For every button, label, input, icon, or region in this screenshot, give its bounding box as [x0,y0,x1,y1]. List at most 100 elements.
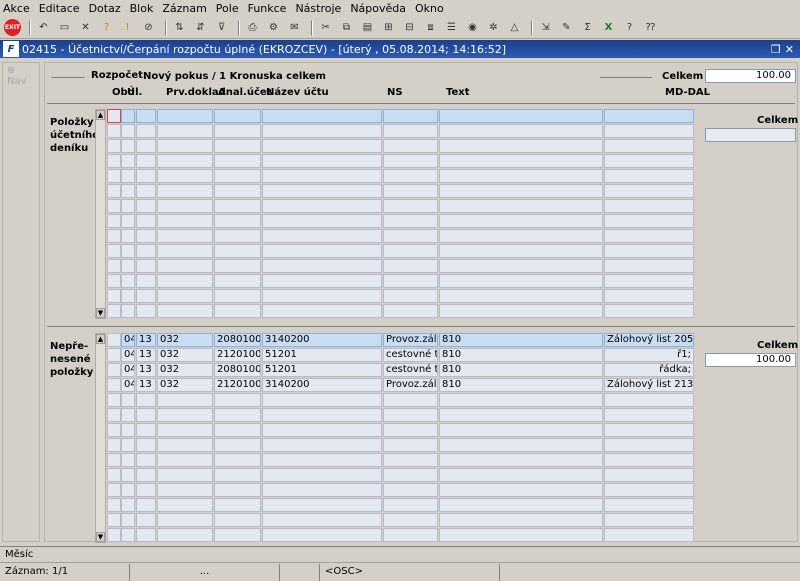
table-cell[interactable] [121,169,135,183]
table-cell[interactable] [383,199,438,213]
record-indicator[interactable] [107,229,121,243]
table-cell[interactable]: 032 [157,363,213,377]
menu-item[interactable]: Záznam [162,2,206,15]
table-row[interactable] [41,289,741,304]
table-cell[interactable] [136,229,156,243]
table-cell[interactable] [383,259,438,273]
table-cell[interactable] [439,109,603,123]
table-cell[interactable] [136,169,156,183]
table-cell[interactable] [383,289,438,303]
record-indicator[interactable] [107,453,121,467]
table-cell[interactable]: 04 [121,378,135,392]
table-cell[interactable] [262,259,382,273]
table-cell[interactable]: 810 [439,363,603,377]
table-cell[interactable] [383,304,438,318]
table-cell[interactable] [262,528,382,542]
record-indicator[interactable] [107,513,121,527]
record-indicator[interactable] [107,274,121,288]
table-cell[interactable] [157,124,213,138]
table-cell[interactable] [604,498,694,512]
table-row[interactable] [41,423,741,438]
table-cell[interactable] [121,259,135,273]
table-cell[interactable] [262,169,382,183]
table-cell[interactable] [136,109,156,123]
table-row[interactable] [41,214,741,229]
table-cell[interactable] [262,289,382,303]
table-row[interactable]: 041303220801000053140200Provoz.zálohy ma… [41,333,741,348]
table-cell[interactable] [214,154,261,168]
table-row[interactable] [41,199,741,214]
record-indicator[interactable] [107,483,121,497]
table-cell[interactable] [157,513,213,527]
table-cell[interactable] [214,109,261,123]
table-cell[interactable] [214,259,261,273]
record-indicator[interactable] [107,348,121,362]
table-cell[interactable]: Provoz.zálohy materiál [383,378,438,392]
table-cell[interactable]: 51201 [262,363,382,377]
record-indicator[interactable] [107,378,121,392]
table-cell[interactable] [136,513,156,527]
table-cell[interactable] [439,483,603,497]
table-cell[interactable] [383,393,438,407]
table-cell[interactable] [157,184,213,198]
table-cell[interactable] [121,154,135,168]
menu-item[interactable]: Dotaz [89,2,121,15]
table-cell[interactable] [604,468,694,482]
table-cell[interactable] [439,393,603,407]
table-cell[interactable] [383,513,438,527]
table-cell[interactable] [604,408,694,422]
menu-item[interactable]: Editace [39,2,80,15]
table-cell[interactable] [157,259,213,273]
table-cell[interactable] [121,528,135,542]
table-cell[interactable]: řádka; [604,363,694,377]
table-row[interactable] [41,453,741,468]
menu-item[interactable]: Nápověda [350,2,406,15]
table-row[interactable] [41,154,741,169]
table-row[interactable] [41,498,741,513]
table-row[interactable] [41,124,741,139]
table-row[interactable] [41,304,741,319]
table-cell[interactable] [136,498,156,512]
table-cell[interactable] [439,244,603,258]
record-indicator[interactable] [107,214,121,228]
table-cell[interactable] [383,498,438,512]
record-indicator[interactable] [107,304,121,318]
record-indicator[interactable] [107,393,121,407]
table-row[interactable] [41,169,741,184]
table-cell[interactable] [136,124,156,138]
record-indicator[interactable] [107,528,121,542]
record-indicator[interactable] [107,169,121,183]
record-indicator[interactable] [107,124,121,138]
table-cell[interactable] [604,259,694,273]
table-row[interactable]: 0413032208010000551201cestovné tuzemské8… [41,363,741,378]
table-cell[interactable] [214,408,261,422]
insert-record-icon[interactable]: ⊞ [380,19,397,36]
table-cell[interactable] [157,408,213,422]
execute-query-icon[interactable]: ! [119,19,136,36]
table-cell[interactable] [136,393,156,407]
table-cell[interactable] [262,184,382,198]
record-indicator[interactable] [107,199,121,213]
print-icon[interactable]: ⎙ [244,19,261,36]
table-cell[interactable] [214,468,261,482]
table-cell[interactable]: 032 [157,333,213,347]
table-cell[interactable] [604,528,694,542]
edit-icon[interactable]: ✎ [558,19,575,36]
table-cell[interactable] [121,423,135,437]
table-cell[interactable] [604,184,694,198]
table-cell[interactable]: cestovné tuzemské [383,348,438,362]
table-cell[interactable]: Zálohový list 2130200002 s var.symb [604,378,694,392]
table-cell[interactable] [439,468,603,482]
table-cell[interactable] [121,109,135,123]
table-cell[interactable]: 3140200 [262,378,382,392]
table-cell[interactable] [214,274,261,288]
table-cell[interactable] [157,528,213,542]
table-cell[interactable] [157,154,213,168]
table-cell[interactable] [121,274,135,288]
table-cell[interactable] [604,244,694,258]
table-cell[interactable] [121,513,135,527]
table-cell[interactable]: cestovné tuzemské [383,363,438,377]
table-cell[interactable] [383,214,438,228]
table-cell[interactable] [214,139,261,153]
table-cell[interactable] [604,139,694,153]
